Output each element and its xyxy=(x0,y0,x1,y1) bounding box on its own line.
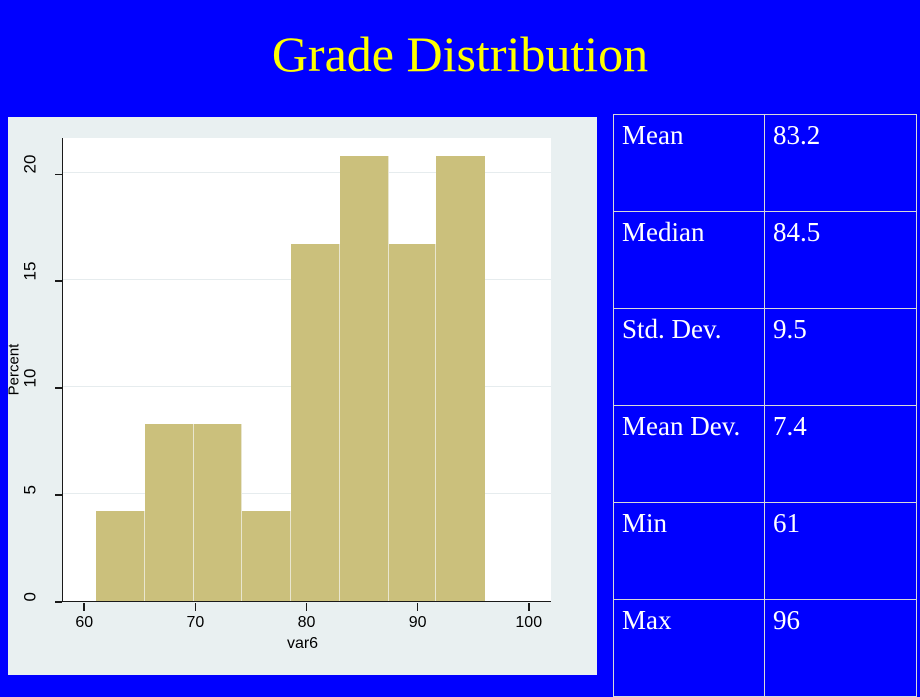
y-axis-tick xyxy=(55,387,62,389)
y-axis-title: Percent xyxy=(5,343,23,396)
slide: Grade Distribution 0 5 10 15 20 Percent 60 70… xyxy=(0,0,920,697)
table-row: Mean Dev. 7.4 xyxy=(613,405,917,503)
stat-value: 7.4 xyxy=(764,405,917,503)
x-axis-tick-label: 100 xyxy=(515,614,543,631)
stat-label: Mean xyxy=(613,114,765,212)
histogram-bar xyxy=(241,511,291,601)
x-axis-title: var6 xyxy=(286,635,319,652)
plot-area xyxy=(62,138,551,602)
x-axis-tick-label: 80 xyxy=(297,614,316,631)
stat-label: Std. Dev. xyxy=(613,308,765,406)
table-row: Std. Dev. 9.5 xyxy=(613,308,917,406)
histogram-bar xyxy=(96,511,146,601)
x-axis-tick-label: 70 xyxy=(186,614,205,631)
histogram-bar xyxy=(436,156,486,601)
page-title: Grade Distribution xyxy=(271,26,649,82)
y-axis-tick xyxy=(55,173,62,176)
y-axis-tick xyxy=(55,494,62,496)
stat-value: 9.5 xyxy=(764,308,917,406)
table-row: Max 96 xyxy=(613,599,917,697)
table-row: Min 61 xyxy=(613,502,917,600)
histogram-chart: 0 5 10 15 20 Percent 60 70 80 90 100 var6 xyxy=(5,117,597,675)
histogram-bar xyxy=(339,156,389,601)
x-axis-tick xyxy=(527,603,530,611)
statistics-table: Mean 83.2 Median 84.5 Std. Dev. 9.5 Mean Dev. 7… xyxy=(613,114,917,697)
stat-value: 83.2 xyxy=(764,114,917,212)
stat-label: Mean Dev. xyxy=(613,405,765,503)
histogram-bar xyxy=(290,243,340,601)
x-axis-tick-label: 90 xyxy=(408,614,427,631)
stat-value: 61 xyxy=(764,502,917,600)
histogram-bar xyxy=(145,423,195,601)
histogram-bar xyxy=(194,423,242,601)
stat-label: Max xyxy=(613,599,765,697)
table-row: Mean 83.2 xyxy=(613,114,917,212)
table-row: Median 84.5 xyxy=(613,211,917,309)
x-axis-tick xyxy=(83,603,86,611)
stat-value: 84.5 xyxy=(764,211,917,309)
x-axis-tick xyxy=(305,603,308,611)
stat-value: 96 xyxy=(764,599,917,697)
x-axis-tick xyxy=(416,603,419,611)
stat-label: Min xyxy=(613,502,765,600)
x-axis-tick xyxy=(194,603,197,611)
y-axis-tick xyxy=(55,280,62,283)
x-axis-tick-label: 60 xyxy=(75,614,94,631)
stat-label: Median xyxy=(613,211,765,309)
y-axis-tick xyxy=(55,601,62,603)
histogram-bar xyxy=(388,243,437,601)
